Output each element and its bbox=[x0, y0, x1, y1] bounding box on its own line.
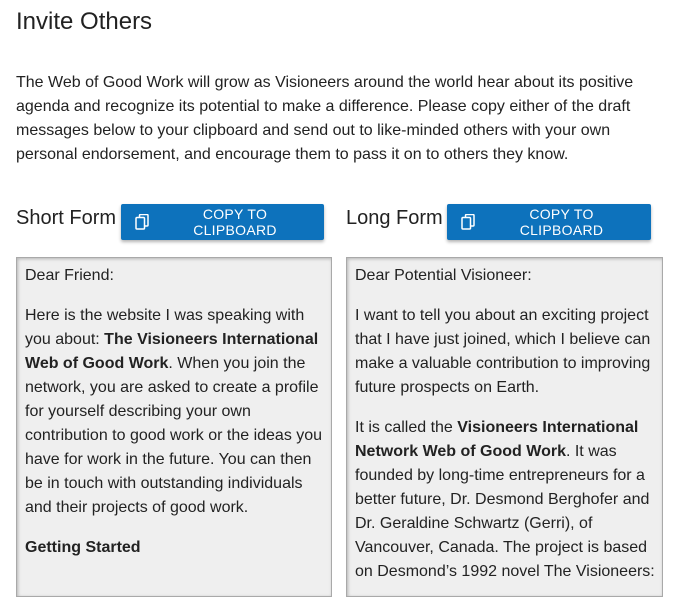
short-form-heading: Getting Started bbox=[25, 539, 141, 556]
short-form-title: Short Form bbox=[16, 207, 117, 229]
long-form-title: Long Form bbox=[346, 207, 443, 229]
long-form-greeting: Dear Potential Visioneer: bbox=[355, 267, 532, 284]
long-form-column: Long Form COPY TO CLIPBOARD Dear Potenti… bbox=[346, 202, 663, 597]
copy-icon bbox=[135, 214, 149, 230]
short-form-copy-label: COPY TO CLIPBOARD bbox=[193, 206, 277, 238]
short-form-paragraph: Here is the website I was speaking with … bbox=[25, 307, 323, 516]
short-form-column: Short Form COPY TO CLIPBOARD Dear Friend… bbox=[16, 202, 332, 597]
intro-text: The Web of Good Work will grow as Vision… bbox=[16, 74, 634, 163]
page-title: Invite Others bbox=[16, 8, 153, 35]
long-form-copy-button[interactable]: COPY TO CLIPBOARD bbox=[447, 204, 651, 240]
short-form-message[interactable]: Dear Friend: Here is the website I was s… bbox=[16, 257, 332, 597]
copy-icon bbox=[461, 214, 475, 230]
long-form-paragraph-2: It is called the Visioneers Internationa… bbox=[355, 419, 655, 580]
short-form-header: Short Form COPY TO CLIPBOARD bbox=[16, 202, 332, 242]
short-form-greeting: Dear Friend: bbox=[25, 267, 114, 284]
short-form-copy-button[interactable]: COPY TO CLIPBOARD bbox=[121, 204, 324, 240]
long-form-copy-label: COPY TO CLIPBOARD bbox=[519, 206, 604, 238]
long-form-message[interactable]: Dear Potential Visioneer: I want to tell… bbox=[346, 257, 663, 597]
long-form-header: Long Form COPY TO CLIPBOARD bbox=[346, 202, 663, 242]
long-form-paragraph-1: I want to tell you about an exciting pro… bbox=[355, 307, 651, 396]
